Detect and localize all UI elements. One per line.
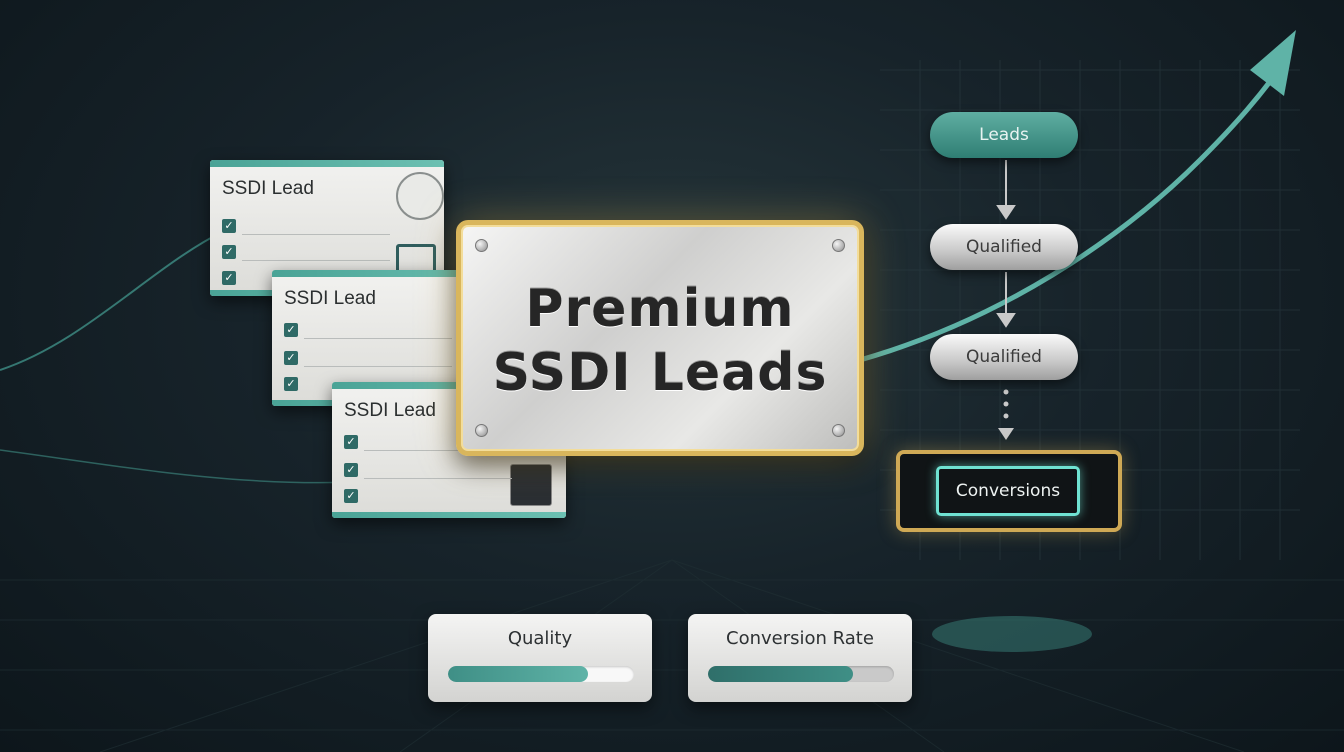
check-icon: ✓ [222, 245, 236, 259]
quality-progress-fill [448, 666, 588, 682]
divider [304, 366, 452, 367]
conversion-rate-progress-fill [708, 666, 854, 682]
conversions-panel: Conversions [896, 450, 1122, 532]
metric-label: Conversion Rate [726, 628, 874, 649]
check-icon: ✓ [222, 219, 236, 233]
divider [304, 338, 452, 339]
checklist-row: ✓ [284, 322, 452, 340]
verified-seal-icon [396, 172, 444, 220]
hero-title-line-1: Premium [525, 279, 795, 339]
premium-plate: Premium SSDI Leads [456, 220, 864, 456]
check-icon: ✓ [344, 435, 358, 449]
hero-title-line-2: SSDI Leads [492, 343, 828, 403]
funnel-stage-leads: Leads [930, 112, 1078, 158]
funnel-stage-qualified: Qualified [930, 224, 1078, 270]
funnel-stage-qualified: Qualified [930, 334, 1078, 380]
floor-grid [0, 559, 1344, 752]
check-icon: ✓ [284, 377, 298, 391]
screw-icon [832, 424, 845, 437]
divider [242, 234, 390, 235]
checklist-row: ✓ [284, 350, 452, 368]
checklist-row: ✓ [344, 488, 512, 506]
lead-card-title: SSDI Lead [284, 288, 376, 309]
check-icon: ✓ [284, 351, 298, 365]
lead-card-title: SSDI Lead [222, 178, 314, 199]
checklist-row: ✓ [222, 218, 390, 236]
check-icon: ✓ [344, 489, 358, 503]
conversion-rate-metric-card: Conversion Rate [688, 614, 912, 702]
check-icon: ✓ [222, 271, 236, 285]
conversions-label: Conversions [936, 466, 1080, 516]
conversion-rate-progress-bar [708, 666, 894, 682]
divider [364, 478, 512, 479]
check-icon: ✓ [344, 463, 358, 477]
screw-icon [832, 239, 845, 252]
quality-metric-card: Quality [428, 614, 652, 702]
checklist-row: ✓ [222, 244, 390, 262]
metric-label: Quality [507, 628, 573, 649]
growth-arrow-head [1250, 30, 1296, 96]
quality-progress-bar [448, 666, 634, 682]
divider [242, 260, 390, 261]
floor-glow [932, 616, 1092, 652]
screw-icon [475, 239, 488, 252]
screw-icon [475, 424, 488, 437]
check-icon: ✓ [284, 323, 298, 337]
lead-card-title: SSDI Lead [344, 400, 436, 421]
phone-icon [510, 464, 552, 506]
checklist-row: ✓ [344, 462, 512, 480]
